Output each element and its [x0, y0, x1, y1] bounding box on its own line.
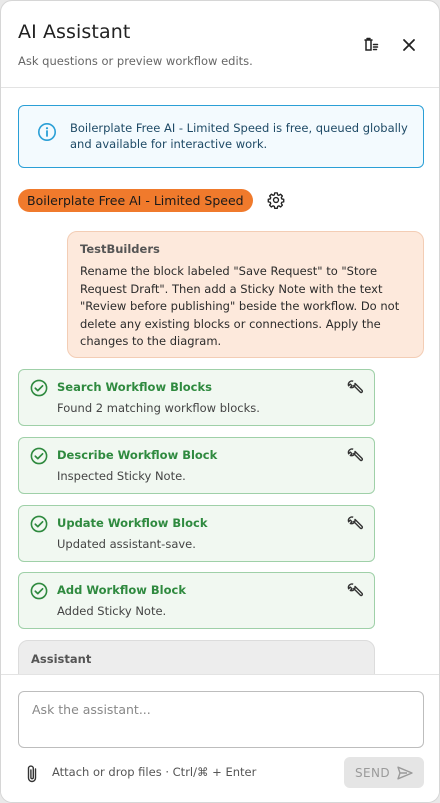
tool-call-card: Describe Workflow Block Inspected Sticky… — [18, 437, 375, 494]
tool-call-name: Add Workflow Block — [57, 583, 186, 597]
close-icon — [403, 39, 415, 51]
composer: Attach or drop files · Ctrl/⌘ + Enter SE… — [1, 674, 439, 802]
wrench-icon[interactable] — [346, 582, 364, 600]
tool-call-card: Search Workflow Blocks Found 2 matching … — [18, 369, 375, 426]
tool-call-name: Update Workflow Block — [57, 516, 208, 530]
wrench-icon[interactable] — [346, 447, 364, 465]
tool-call-card: Update Workflow Block Updated assistant-… — [18, 505, 375, 562]
check-circle-icon — [30, 582, 48, 600]
tool-call-card: Add Workflow Block Added Sticky Note. — [18, 572, 375, 629]
wrench-icon[interactable] — [346, 515, 364, 533]
close-button[interactable] — [398, 34, 420, 56]
send-icon — [397, 766, 413, 779]
assistant-message-author: Assistant — [31, 652, 92, 666]
send-button[interactable]: SEND — [344, 757, 424, 788]
wrench-icon[interactable] — [346, 379, 364, 397]
panel-title: AI Assistant — [18, 21, 131, 43]
panel-header: AI Assistant Ask questions or preview wo… — [1, 1, 439, 88]
tool-call-result: Found 2 matching workflow blocks. — [57, 401, 260, 415]
model-settings-button[interactable] — [266, 190, 286, 210]
tool-call-result: Added Sticky Note. — [57, 604, 167, 618]
clear-list-icon — [364, 37, 379, 51]
tool-call-name: Search Workflow Blocks — [57, 380, 212, 394]
clear-chat-button[interactable] — [360, 34, 382, 56]
check-circle-icon — [30, 447, 48, 465]
assistant-message: Assistant — [18, 640, 375, 674]
model-pill[interactable]: Boilerplate Free AI - Limited Speed — [18, 188, 253, 212]
info-banner-text: Boilerplate Free AI - Limited Speed is f… — [70, 121, 408, 151]
user-message: TestBuilders Rename the block labeled "S… — [67, 231, 424, 358]
gear-icon — [267, 192, 285, 209]
send-button-label: SEND — [354, 765, 391, 780]
tool-call-result: Updated assistant-save. — [57, 537, 196, 551]
tool-call-name: Describe Workflow Block — [57, 448, 218, 462]
check-circle-icon — [30, 515, 48, 533]
tool-call-result: Inspected Sticky Note. — [57, 469, 186, 483]
attach-hint: Attach or drop files · Ctrl/⌘ + Enter — [52, 765, 257, 779]
paperclip-icon — [27, 765, 37, 783]
user-message-author: TestBuilders — [80, 242, 160, 256]
chat-scroll-area[interactable]: Boilerplate Free AI - Limited Speed is f… — [1, 89, 439, 674]
info-banner: Boilerplate Free AI - Limited Speed is f… — [18, 105, 424, 168]
info-icon — [38, 123, 56, 141]
panel-subtitle: Ask questions or preview workflow edits. — [18, 54, 253, 68]
attach-button[interactable] — [25, 763, 41, 785]
user-message-text: Rename the block labeled "Save Request" … — [80, 264, 400, 348]
model-selector-row: Boilerplate Free AI - Limited Speed — [18, 188, 286, 212]
assistant-panel: AI Assistant Ask questions or preview wo… — [0, 0, 440, 803]
message-input[interactable] — [18, 691, 424, 748]
check-circle-icon — [30, 379, 48, 397]
